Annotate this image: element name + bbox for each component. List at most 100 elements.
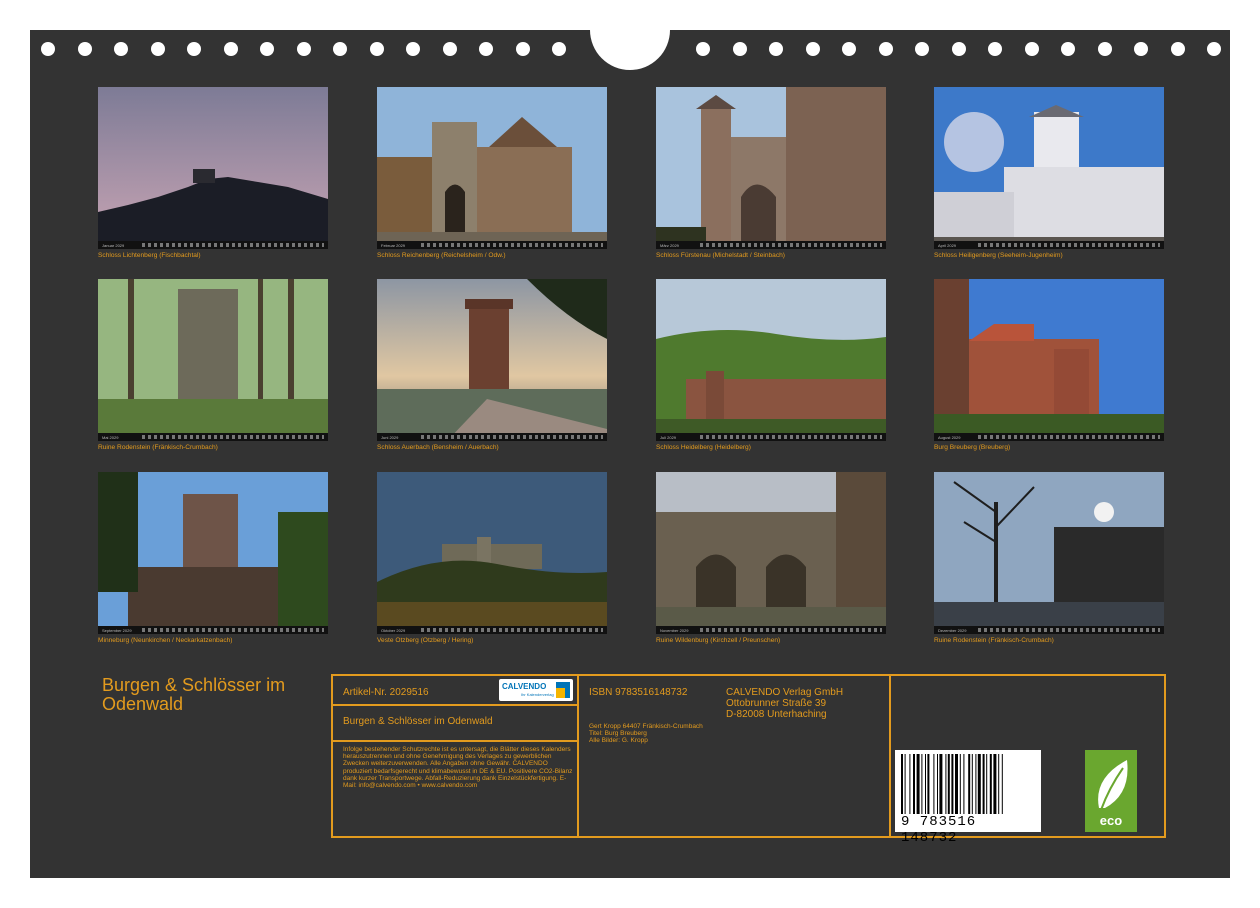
photo-image [656,472,886,634]
isbn-barcode: 9 783516 148732 [895,750,1041,846]
month-label: April 2029 [938,242,957,248]
barcode-bar [945,754,947,814]
photo-auerbach: Juni 2029 [377,279,607,441]
binding-hole [1207,42,1221,56]
photo-breuberg: August 2029 [934,279,1164,441]
barcode-bar [913,754,915,814]
month-label: März 2029 [660,242,679,248]
barcode-bar [927,754,930,814]
photo-caption: Schloss Lichtenberg (Fischbachtal) [98,252,201,259]
photo-tile-11: November 2029 Ruine Wildenburg (Kirchzel… [656,472,886,644]
binding-hole [41,42,55,56]
binding-hole [842,42,856,56]
photo-image [656,87,886,249]
month-label: Februar 2029 [381,242,406,248]
calvendo-logo: CALVENDO Ihr Kalenderverlag [499,679,573,701]
month-label: September 2029 [102,627,132,633]
barcode-bar [975,754,977,814]
photo-rodenstein-dec: Dezember 2029 [934,472,1164,634]
eco-badge: eco [1085,750,1137,832]
photo-fuerstenau: März 2029 [656,87,886,249]
binding-hole [1170,42,1185,56]
photo-caption: Schloss Heidelberg (Heidelberg) [656,444,751,451]
photo-tile-7: Juli 2029 Schloss Heidelberg (Heidelberg… [656,279,886,451]
binding-hole [150,42,165,56]
binding-hole [732,42,747,56]
photo-reichenberg: Februar 2029 [377,87,607,249]
photo-caption: Schloss Heiligenberg (Seeheim-Jugenheim) [934,252,1063,259]
barcode-bar [916,754,920,814]
info-title: Burgen & Schlösser im Odenwald [343,716,493,727]
photo-caption: Veste Otzberg (Otzberg / Hering) [377,637,474,644]
binding-hole [479,42,493,56]
binding-hole [769,42,783,56]
binding-hole [333,42,347,56]
barcode-bar [977,754,981,814]
binding-hole [77,42,92,56]
binding-hole [805,42,820,56]
barcode-bar [925,754,926,814]
photo-heidelberg: Juli 2029 [656,279,886,441]
photo-image [934,87,1164,249]
barcode-bar [1001,754,1003,814]
photo-image [98,87,328,249]
calendar-title: Burgen & Schlösser im Odenwald [102,675,286,714]
binding-hole [552,42,566,56]
binding-hole [515,42,530,56]
photo-image [377,472,607,634]
binding-hole [1061,42,1075,56]
photo-tile-3: März 2029 Schloss Fürstenau (Michelstadt… [656,87,886,259]
barcode-bar [971,754,973,814]
photo-image [98,472,328,634]
barcode-bar [921,754,923,814]
barcode-bar [933,754,935,814]
month-label: Juli 2029 [660,434,677,440]
barcode-bar [968,754,971,814]
binding-hole [1134,42,1148,56]
photo-caption: Schloss Fürstenau (Michelstadt / Steinba… [656,252,786,259]
photo-image [656,279,886,441]
photo-caption: Ruine Rodenstein (Fränkisch-Crumbach) [98,444,218,451]
barcode-bar [904,754,906,814]
photo-tile-9: September 2029 Minneburg (Neunkirchen / … [98,472,328,644]
binding-hole [696,42,710,56]
month-label: Mai 2029 [102,434,119,440]
photo-image [377,279,607,441]
binding-hole [187,42,201,56]
month-label: Juni 2029 [381,434,399,440]
photo-caption: Schloss Reichenberg (Reichelsheim / Odw.… [377,252,506,259]
isbn: ISBN 9783516148732 [589,687,688,698]
barcode-bar [937,754,938,814]
barcode-bars [901,754,1003,814]
photo-tile-6: Juni 2029 Schloss Auerbach (Bensheim / A… [377,279,607,451]
binding-hole [878,42,893,56]
photo-lichtenberg: Januar 2029 [98,87,328,249]
barcode-bar [982,754,985,814]
barcode-bar [939,754,943,814]
photo-rodenstein-may: Mai 2029 [98,279,328,441]
binding-hole [915,42,929,56]
binding-hole [369,42,384,56]
photo-otzberg: Oktober 2029 [377,472,607,634]
legal-disclaimer: Infolge bestehender Schutzrechte ist es … [343,746,573,790]
barcode-bar [947,754,950,814]
month-label: Oktober 2029 [381,627,406,633]
photo-image [377,87,607,249]
binding-hole [296,42,311,56]
photo-caption: Burg Breuberg (Breuberg) [934,444,1011,451]
photo-caption: Schloss Auerbach (Bensheim / Auerbach) [377,444,499,451]
photo-minneburg: September 2029 [98,472,328,634]
barcode-bar [955,754,958,814]
binding-hole [114,42,128,56]
binding-hole [442,42,457,56]
barcode-bar [909,754,911,814]
barcode-bar [963,754,965,814]
binding-hole [951,42,966,56]
photo-caption: Ruine Rodenstein (Fränkisch-Crumbach) [934,637,1054,644]
photo-image [934,279,1164,441]
barcode-digits: 9 783516 148732 [901,814,977,846]
photo-image [98,279,328,441]
month-label: August 2029 [938,434,961,440]
photo-caption: Minneburg (Neunkirchen / Neckarkatzenbac… [98,637,233,644]
photo-tile-10: Oktober 2029 Veste Otzberg (Otzberg / He… [377,472,607,644]
